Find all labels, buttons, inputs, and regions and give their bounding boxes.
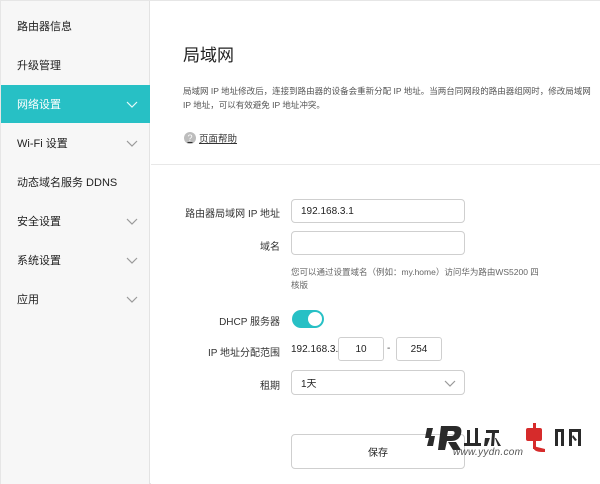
sidebar-item-network-settings[interactable]: 网络设置 <box>1 85 150 123</box>
sidebar-item-label: 应用 <box>17 294 39 306</box>
dhcp-label: DHCP 服务器 <box>219 317 280 328</box>
chevron-down-icon <box>126 137 138 149</box>
lan-ip-label: 路由器局域网 IP 地址 <box>185 209 280 220</box>
domain-hint: 您可以通过设置域名（例如：my.home）访问华为路由WS5200 四核版 <box>291 267 539 290</box>
sidebar-item-apps[interactable]: 应用 <box>1 280 150 318</box>
ip-range-prefix: 192.168.3. <box>291 344 339 355</box>
chevron-down-icon <box>444 377 456 389</box>
ip-range-end-input[interactable] <box>396 337 442 361</box>
sidebar-item-label: 升级管理 <box>17 60 61 72</box>
page-help-link[interactable]: ? 页面帮助 <box>184 131 237 145</box>
domain-label: 域名 <box>260 242 280 253</box>
sidebar: 路由器信息 升级管理 网络设置 Wi-Fi 设置 动态域名服务 DDNS 安全设… <box>1 1 150 484</box>
sidebar-item-label: 动态域名服务 DDNS <box>17 177 118 189</box>
sidebar-item-router-info[interactable]: 路由器信息 <box>1 7 150 45</box>
sidebar-item-security[interactable]: 安全设置 <box>1 202 150 240</box>
chevron-down-icon <box>126 215 138 227</box>
sidebar-item-label: Wi-Fi 设置 <box>17 138 68 150</box>
sidebar-item-wifi-settings[interactable]: Wi-Fi 设置 <box>1 124 150 162</box>
sidebar-item-label: 路由器信息 <box>17 21 72 33</box>
toggle-knob <box>308 312 322 326</box>
ip-range-separator: - <box>387 343 391 354</box>
lease-selected-value: 1天 <box>301 379 317 390</box>
page-description: 局域网 IP 地址修改后，连接到路由器的设备会重新分配 IP 地址。当两台同网段… <box>183 86 591 110</box>
router-admin-window: 路由器信息 升级管理 网络设置 Wi-Fi 设置 动态域名服务 DDNS 安全设… <box>0 0 600 484</box>
chevron-down-icon <box>126 254 138 266</box>
chevron-down-icon <box>126 293 138 305</box>
sidebar-item-label: 网络设置 <box>17 99 61 111</box>
lease-label: 租期 <box>260 381 280 392</box>
page-header: 局域网 局域网 IP 地址修改后，连接到路由器的设备会重新分配 IP 地址。当两… <box>151 1 600 165</box>
chevron-down-icon <box>126 98 138 110</box>
watermark-site: www.yydn.com <box>453 447 524 458</box>
main-panel: 局域网 局域网 IP 地址修改后，连接到路由器的设备会重新分配 IP 地址。当两… <box>151 1 600 484</box>
ip-range-start-input[interactable] <box>338 337 384 361</box>
page-title: 局域网 <box>183 46 234 65</box>
ip-range-label: IP 地址分配范围 <box>207 348 280 359</box>
lease-select[interactable]: 1天 <box>291 370 465 395</box>
domain-input[interactable] <box>291 231 465 255</box>
sidebar-item-upgrade[interactable]: 升级管理 <box>1 46 150 84</box>
page-help-label: 页面帮助 <box>199 134 238 145</box>
help-icon: ? <box>184 132 196 144</box>
lan-ip-input[interactable] <box>291 199 465 223</box>
sidebar-item-system-settings[interactable]: 系统设置 <box>1 241 150 279</box>
sidebar-item-ddns[interactable]: 动态域名服务 DDNS <box>1 163 150 201</box>
sidebar-item-label: 安全设置 <box>17 216 61 228</box>
sidebar-item-label: 系统设置 <box>17 255 61 267</box>
dhcp-toggle[interactable] <box>292 310 324 328</box>
